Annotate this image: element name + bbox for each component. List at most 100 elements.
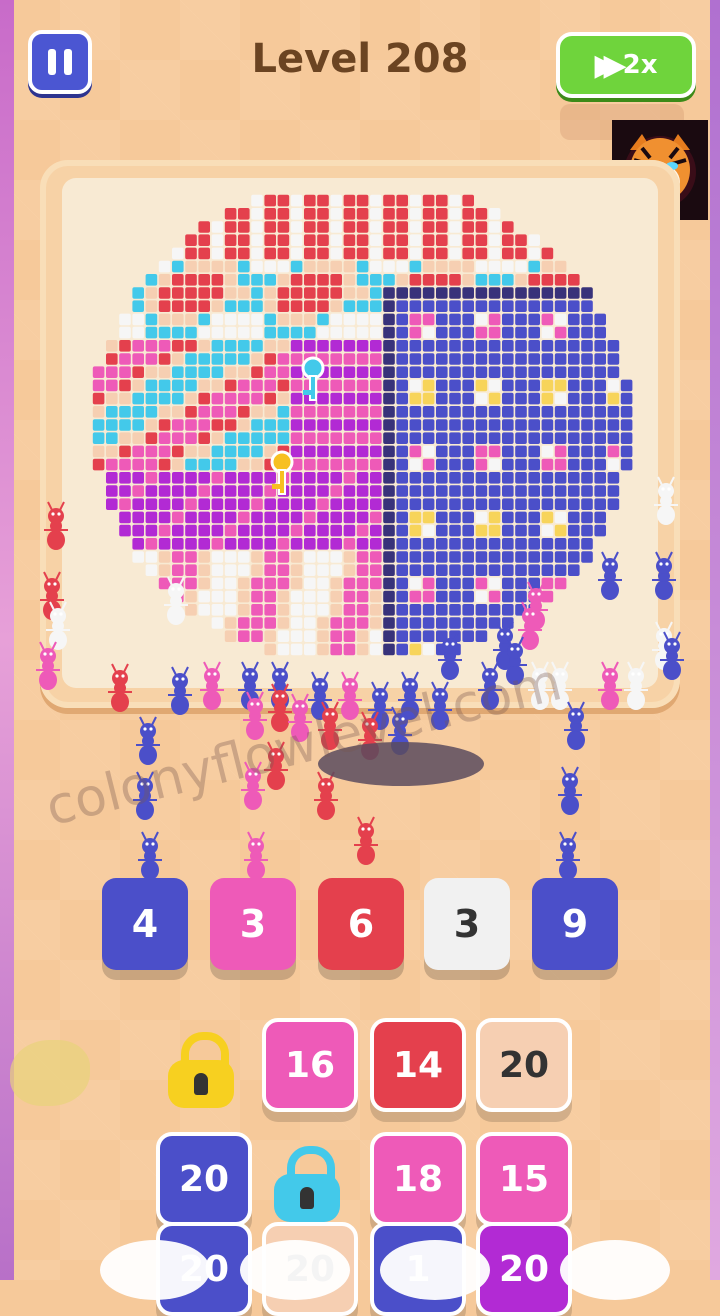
mosaic-pixel [198,247,210,260]
mosaic-pixel [528,485,540,497]
mosaic-pixel [568,379,580,392]
ant-icon [598,661,622,710]
mosaic-pixel [409,313,422,326]
mosaic-pixel [119,313,131,326]
mosaic-pixel [502,524,514,537]
queue-box[interactable]: 20 [156,1132,252,1226]
mosaic-pixel [528,392,540,405]
mosaic-pixel [568,551,580,563]
mosaic-pixel [568,340,580,352]
bottom-tool-button[interactable] [100,1240,210,1300]
mosaic-pixel [554,392,567,405]
mosaic-pixel [462,392,474,405]
mosaic-pixel [330,419,342,431]
queue-box[interactable]: 15 [476,1132,572,1226]
mosaic-pixel [158,419,171,431]
mosaic-pixel [488,445,501,458]
mosaic-pixel [343,300,356,312]
mosaic-pixel [132,485,144,497]
mosaic-pixel [238,432,250,444]
mosaic-pixel [185,234,197,246]
mosaic-pixel [462,366,474,378]
mosaic-pixel [304,340,316,352]
lock-icon[interactable] [272,1146,342,1222]
mosaic-pixel [475,221,488,233]
mosaic-pixel [290,379,303,392]
mosaic-pixel [238,287,250,299]
mosaic-pixel [238,458,250,471]
mosaic-pixel [356,208,369,220]
mosaic-pixel [343,274,356,286]
mosaic-pixel [370,498,382,510]
mosaic-pixel [343,366,356,378]
mosaic-pixel [554,564,567,576]
mosaic-pixel [462,247,474,260]
mosaic-pixel [409,485,422,497]
mosaic-pixel [264,511,276,524]
mosaic-pixel [277,498,290,510]
mosaic-pixel [396,392,408,405]
mosaic-pixel [554,419,567,431]
mosaic-pixel [436,221,448,233]
mosaic-pixel [132,379,144,392]
queue-box[interactable]: 20 [476,1018,572,1112]
mosaic-pixel [409,630,422,642]
mosaic-pixel [581,419,593,431]
mosaic-pixel [211,221,224,233]
mosaic-pixel [436,617,448,629]
mosaic-pixel [198,419,210,431]
mosaic-pixel [172,551,184,563]
mosaic-pixel [502,366,514,378]
queue-box[interactable]: 14 [370,1018,466,1112]
mosaic-pixel [449,340,461,352]
lock-icon[interactable] [166,1032,236,1108]
mosaic-pixel [383,524,395,537]
mosaic-pixel [238,392,250,405]
mosaic-pixel [422,379,435,392]
mosaic-pixel [356,366,369,378]
mosaic-pixel [317,379,329,392]
mosaic-pixel [198,445,210,458]
mosaic-pixel [198,406,210,418]
mosaic-pixel [224,551,237,563]
bottom-tool-button[interactable] [380,1240,490,1300]
queue-box[interactable]: 16 [262,1018,358,1112]
mosaic-pixel [343,577,356,590]
bottom-tool-button[interactable] [560,1240,670,1300]
mosaic-pixel [277,274,290,286]
mosaic-pixel [185,445,197,458]
mosaic-pixel [251,234,263,246]
mosaic-pixel [541,538,554,550]
queue-box[interactable]: 18 [370,1132,466,1226]
mosaic-pixel [383,577,395,590]
mosaic-pixel [185,392,197,405]
mosaic-pixel [356,260,369,273]
mosaic-pixel [158,287,171,299]
mosaic-pixel [502,340,514,352]
mosaic-pixel [356,247,369,260]
mosaic-pixel [462,458,474,471]
queue-box[interactable]: 20 [476,1222,572,1316]
mosaic-pixel [515,445,527,458]
mosaic-pixel [211,419,224,431]
mosaic-pixel [185,458,197,471]
mosaic-pixel [330,366,342,378]
mosaic-pixel [132,445,144,458]
mosaic-pixel [251,221,263,233]
mosaic-pixel [554,511,567,524]
mosaic-pixel [238,366,250,378]
mosaic-pixel [356,472,369,484]
mosaic-pixel [251,247,263,260]
mosaic-pixel [568,326,580,339]
mosaic-pixel [317,577,329,590]
mosaic-pixel [264,300,276,312]
mosaic-pixel [581,498,593,510]
mosaic-pixel [356,538,369,550]
mosaic-pixel [277,340,290,352]
mosaic-pixel [304,511,316,524]
mosaic-pixel [396,617,408,629]
mosaic-pixel [515,274,527,286]
mosaic-pixel [436,472,448,484]
mosaic-pixel [528,287,540,299]
bottom-tool-button[interactable] [240,1240,350,1300]
